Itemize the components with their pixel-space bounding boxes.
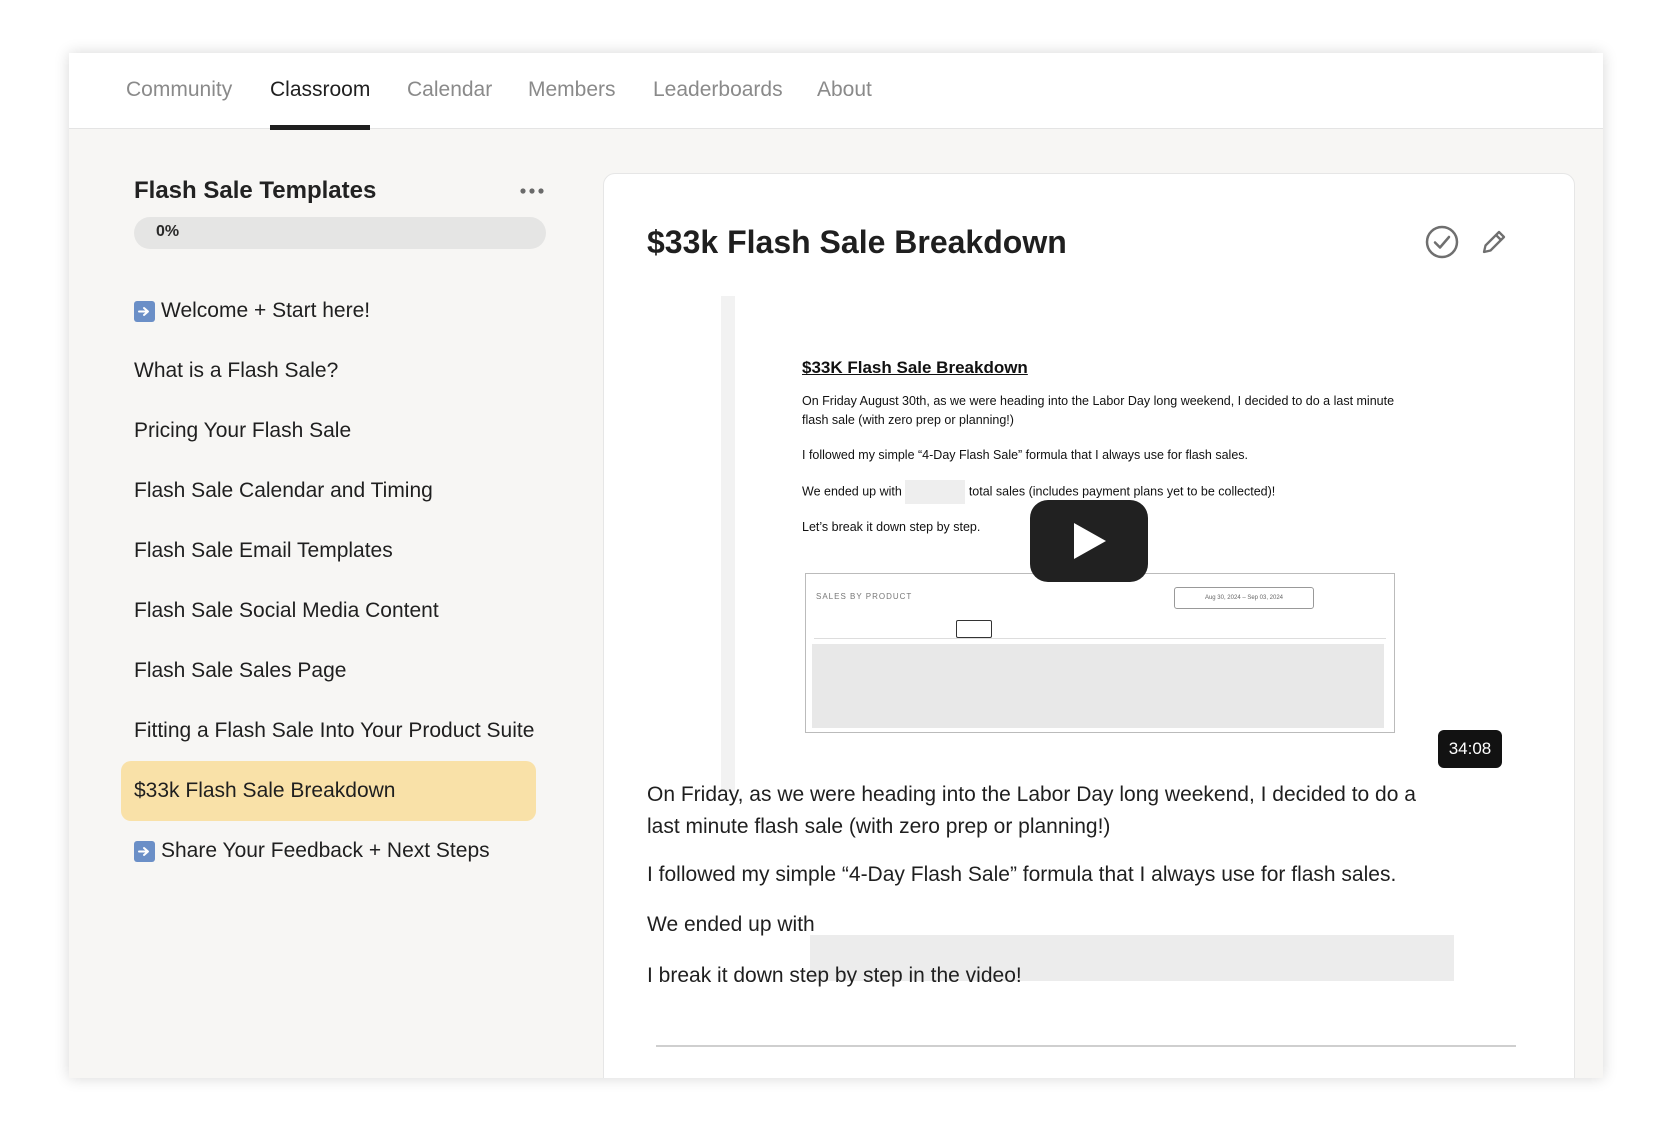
tab-members[interactable]: Members: [528, 78, 616, 102]
table-column-row: [814, 622, 1386, 639]
lesson-item-pricing[interactable]: Pricing Your Flash Sale: [121, 401, 536, 461]
progress-label: 0%: [156, 223, 180, 240]
lesson-label: Pricing Your Flash Sale: [134, 419, 352, 442]
lesson-item-product-suite[interactable]: Fitting a Flash Sale Into Your Product S…: [121, 701, 536, 761]
redacted-amount: [905, 480, 966, 504]
tab-about[interactable]: About: [817, 78, 872, 102]
check-circle-icon[interactable]: [1424, 224, 1460, 260]
app-window: Community Classroom Calendar Members Lea…: [69, 53, 1603, 1078]
video-doc-heading: $33K Flash Sale Breakdown: [802, 358, 1028, 377]
table-blurred-rows: [812, 644, 1384, 728]
lesson-item-email-templates[interactable]: Flash Sale Email Templates: [121, 521, 536, 581]
lesson-item-sales-page[interactable]: Flash Sale Sales Page: [121, 641, 536, 701]
lesson-title: $33k Flash Sale Breakdown: [647, 224, 1067, 260]
video-duration-badge: 34:08: [1438, 730, 1502, 768]
tab-community[interactable]: Community: [126, 78, 232, 102]
arrow-right-icon: [134, 300, 155, 322]
tab-calendar[interactable]: Calendar: [407, 78, 492, 102]
video-frame-edge: [721, 296, 735, 792]
lesson-label: Welcome + Start here!: [161, 299, 371, 322]
sales-by-product-table-image: SALES BY PRODUCT Aug 30, 2024 – Sep 03, …: [805, 573, 1395, 733]
lesson-label: Fitting a Flash Sale Into Your Product S…: [134, 719, 535, 742]
lesson-item-welcome[interactable]: Welcome + Start here!: [121, 281, 536, 341]
play-button[interactable]: [1030, 500, 1148, 582]
lesson-paragraph: On Friday, as we were heading into the L…: [647, 783, 1416, 838]
course-progress-bar: 0%: [134, 217, 546, 249]
content-divider: [656, 1045, 1516, 1047]
video-player[interactable]: $33K Flash Sale Breakdown On Friday Augu…: [647, 296, 1531, 792]
tab-classroom[interactable]: Classroom: [270, 78, 371, 130]
course-title: Flash Sale Templates: [134, 177, 377, 204]
lesson-label: Flash Sale Calendar and Timing: [134, 479, 433, 502]
lesson-item-calendar-timing[interactable]: Flash Sale Calendar and Timing: [121, 461, 536, 521]
lesson-label: What is a Flash Sale?: [134, 359, 339, 382]
more-options-icon[interactable]: [519, 184, 545, 198]
lesson-label: $33k Flash Sale Breakdown: [134, 779, 396, 802]
table-column-highlight: [956, 620, 992, 638]
lesson-label: Flash Sale Sales Page: [134, 659, 347, 682]
lesson-paragraph: I break it down step by step in the vide…: [647, 964, 1022, 987]
lesson-label: Flash Sale Email Templates: [134, 539, 393, 562]
top-navigation: Community Classroom Calendar Members Lea…: [69, 53, 1603, 130]
lesson-paragraph: I followed my simple “4-Day Flash Sale” …: [647, 863, 1397, 886]
lesson-content-card: $33k Flash Sale Breakdown $33K Flash Sal…: [603, 173, 1575, 1078]
video-doc-line: I followed my simple “4-Day Flash Sale” …: [802, 448, 1249, 462]
lesson-item-breakdown[interactable]: $33k Flash Sale Breakdown: [121, 761, 536, 821]
lesson-item-what-is[interactable]: What is a Flash Sale?: [121, 341, 536, 401]
video-doc-text: total sales (includes payment plans yet …: [968, 484, 1276, 499]
lesson-label: Flash Sale Social Media Content: [134, 599, 439, 622]
table-header: SALES BY PRODUCT: [816, 592, 913, 601]
tab-leaderboards[interactable]: Leaderboards: [653, 78, 783, 102]
table-date-range: Aug 30, 2024 – Sep 03, 2024: [1174, 587, 1314, 609]
lesson-item-feedback[interactable]: Share Your Feedback + Next Steps: [121, 821, 536, 881]
lesson-item-social-media[interactable]: Flash Sale Social Media Content: [121, 581, 536, 641]
play-icon: [1074, 523, 1106, 559]
video-doc-text: We ended up with: [802, 484, 902, 499]
arrow-right-icon: [134, 840, 155, 862]
lesson-label: Share Your Feedback + Next Steps: [161, 839, 490, 862]
pencil-icon[interactable]: [1478, 226, 1510, 258]
video-doc-line: On Friday August 30th, as we were headin…: [802, 394, 1395, 427]
